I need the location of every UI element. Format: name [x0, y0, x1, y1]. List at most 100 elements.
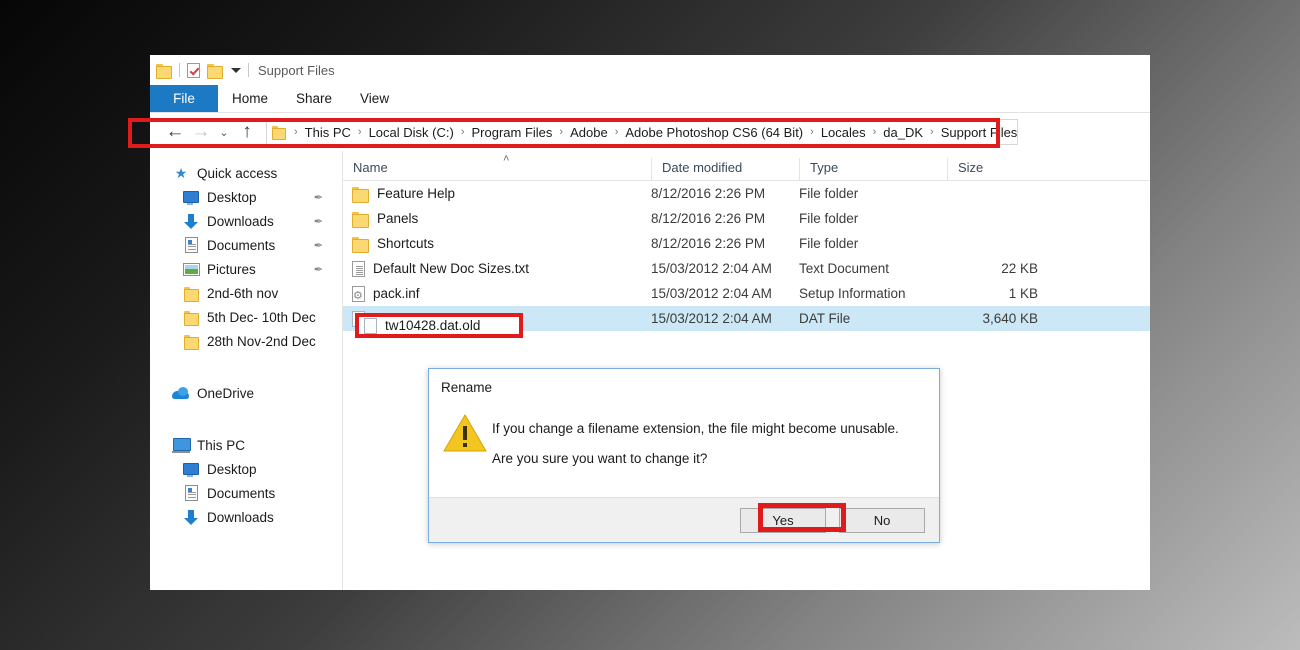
breadcrumb-separator: › [930, 126, 934, 138]
sidebar-group-this-pc[interactable]: This PC [150, 433, 342, 457]
file-name-cell: Default New Doc Sizes.txt [343, 260, 651, 277]
window-title: Support Files [258, 62, 335, 78]
pin-icon[interactable]: ✒ [314, 239, 323, 252]
file-size: 22 KB [1001, 261, 1038, 276]
table-row[interactable]: Default New Doc Sizes.txt 15/03/2012 2:0… [343, 256, 1150, 281]
table-row[interactable]: Shortcuts 8/12/2016 2:26 PM File folder [343, 231, 1150, 256]
tab-view[interactable]: View [346, 85, 403, 112]
file-name-cell: Shortcuts [343, 236, 651, 253]
breadcrumb-item-support-files[interactable]: Support Files [938, 125, 1021, 140]
table-row[interactable]: pack.inf 15/03/2012 2:04 AM Setup Inform… [343, 281, 1150, 306]
tab-share[interactable]: Share [282, 85, 346, 112]
breadcrumb-item-adobe[interactable]: Adobe [567, 125, 611, 140]
sidebar-item-2nd-6th-nov[interactable]: 2nd-6th nov [150, 281, 342, 305]
breadcrumb-item-locales[interactable]: Locales [818, 125, 869, 140]
pin-icon[interactable]: ✒ [314, 263, 323, 276]
dialog-content: Rename If you change a filename extensio… [429, 369, 939, 497]
address-bar: ← → ⌄ ↑ › This PC › Local Disk (C:) › Pr… [150, 113, 1150, 151]
properties-icon[interactable] [187, 62, 200, 78]
yes-button[interactable]: Yes [740, 508, 826, 533]
sidebar-item-28th-nov-2nd-dec[interactable]: 28th Nov-2nd Dec [150, 329, 342, 353]
breadcrumb[interactable]: › This PC › Local Disk (C:) › Program Fi… [266, 119, 1018, 145]
toolbar-separator [179, 63, 180, 77]
sidebar-label: Downloads [207, 509, 274, 525]
sidebar-item-5th-dec-10th-dec[interactable]: 5th Dec- 10th Dec [150, 305, 342, 329]
sidebar-item-desktop[interactable]: Desktop ✒ [150, 185, 342, 209]
sidebar-label: Desktop [207, 189, 257, 205]
folder-icon [352, 236, 369, 253]
breadcrumb-item-da-dk[interactable]: da_DK [880, 125, 926, 140]
setup-information-icon [352, 285, 365, 302]
up-button[interactable]: ↑ [234, 119, 260, 145]
rename-filename-value[interactable]: tw10428.dat.old [385, 318, 480, 333]
table-row[interactable]: Panels 8/12/2016 2:26 PM File folder [343, 206, 1150, 231]
sidebar-label: Documents [207, 237, 276, 253]
sidebar-item-pc-downloads[interactable]: Downloads [150, 505, 342, 529]
file-type: Text Document [799, 261, 890, 276]
sidebar-label: This PC [197, 437, 246, 453]
column-header-type[interactable]: Type [799, 158, 947, 180]
column-header-date-modified[interactable]: Date modified [651, 158, 799, 180]
sidebar-label: Pictures [207, 261, 256, 277]
pin-icon[interactable]: ✒ [314, 191, 323, 204]
file-name: Default New Doc Sizes.txt [373, 261, 530, 276]
download-icon [182, 508, 200, 526]
back-button[interactable]: ← [162, 119, 188, 145]
file-name: pack.inf [373, 286, 420, 301]
dropdown-caret-icon[interactable] [231, 67, 241, 73]
column-header-size[interactable]: Size [947, 158, 1042, 180]
breadcrumb-separator: › [614, 126, 619, 138]
table-row[interactable]: Feature Help 8/12/2016 2:26 PM File fold… [343, 181, 1150, 206]
file-name: Feature Help [377, 186, 456, 201]
sidebar-item-pc-documents[interactable]: Documents [150, 481, 342, 505]
sidebar-label: Quick access [197, 165, 278, 181]
sidebar-label: Desktop [207, 461, 257, 477]
breadcrumb-separator: › [872, 126, 877, 138]
file-name-cell: pack.inf [343, 285, 651, 302]
breadcrumb-separator: › [294, 126, 298, 138]
pictures-icon [182, 260, 200, 278]
breadcrumb-item-local-disk[interactable]: Local Disk (C:) [366, 125, 457, 140]
rename-filename-annotation-highlight: tw10428.dat.old [355, 313, 523, 338]
sidebar-item-pc-desktop[interactable]: Desktop [150, 457, 342, 481]
sidebar-label: 5th Dec- 10th Dec [207, 309, 316, 325]
breadcrumb-item-this-pc[interactable]: This PC [302, 125, 354, 140]
dialog-button-row: Yes No [429, 497, 939, 543]
breadcrumb-item-program-files[interactable]: Program Files [469, 125, 556, 140]
forward-button[interactable]: → [188, 119, 214, 145]
folder-icon[interactable] [156, 63, 172, 79]
sidebar-label: Downloads [207, 213, 274, 229]
file-date: 8/12/2016 2:26 PM [651, 236, 766, 251]
warning-icon [443, 414, 487, 452]
sidebar-item-pictures[interactable]: Pictures ✒ [150, 257, 342, 281]
sidebar-item-onedrive[interactable]: OneDrive [150, 381, 342, 405]
no-button[interactable]: No [839, 508, 925, 533]
download-icon [182, 212, 200, 230]
ribbon-tab-bar: File Home Share View [150, 85, 1150, 112]
dialog-message-line2: Are you sure you want to change it? [492, 451, 708, 466]
recent-locations-button[interactable]: ⌄ [214, 119, 234, 145]
folder-icon [182, 284, 200, 302]
new-folder-icon[interactable] [207, 63, 223, 79]
file-type: DAT File [799, 311, 851, 326]
sidebar-item-downloads[interactable]: Downloads ✒ [150, 209, 342, 233]
sidebar-group-quick-access[interactable]: ★ Quick access [150, 161, 342, 185]
file-name-cell: Feature Help [343, 186, 651, 203]
sidebar-label: 2nd-6th nov [207, 285, 279, 301]
dialog-message-line1: If you change a filename extension, the … [492, 421, 899, 436]
sidebar-label: Documents [207, 485, 276, 501]
file-size: 3,640 KB [982, 311, 1038, 326]
breadcrumb-item-photoshop[interactable]: Adobe Photoshop CS6 (64 Bit) [622, 125, 806, 140]
column-header-row: Name Date modified Type Size [343, 151, 1150, 181]
tab-home[interactable]: Home [218, 85, 282, 112]
tab-file[interactable]: File [150, 85, 218, 112]
pin-icon[interactable]: ✒ [314, 215, 323, 228]
sidebar-item-documents[interactable]: Documents ✒ [150, 233, 342, 257]
dat-file-icon [364, 317, 377, 334]
pc-icon [172, 436, 191, 454]
folder-icon [182, 332, 200, 350]
star-icon: ★ [174, 164, 188, 181]
column-header-name[interactable]: Name [343, 158, 651, 180]
